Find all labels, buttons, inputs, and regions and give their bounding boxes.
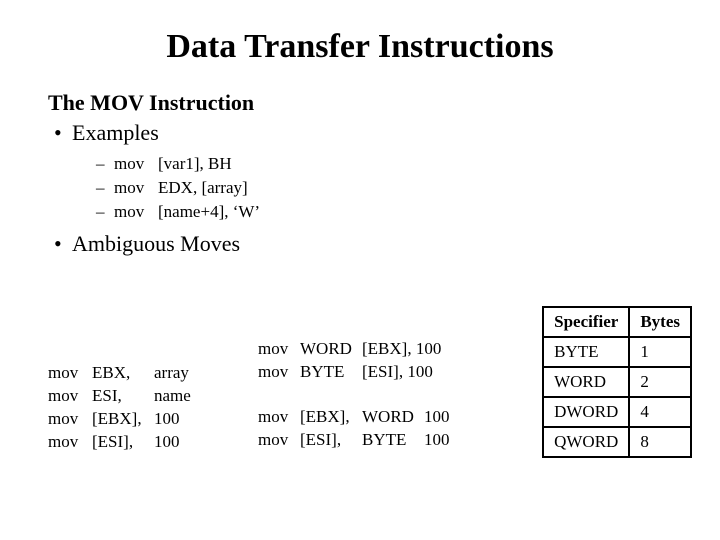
value: 100 xyxy=(424,430,450,449)
address: [EBX], xyxy=(300,406,362,429)
size-specifier: BYTE xyxy=(362,429,424,452)
size-specifier: WORD xyxy=(300,338,362,361)
examples-list: –mov[var1], BH –movEDX, [array] –mov[nam… xyxy=(96,152,672,223)
mov-keyword: mov xyxy=(114,176,158,200)
operand1: EBX, xyxy=(92,362,154,385)
cell-bytes: 1 xyxy=(629,337,691,367)
table-row: Specifier Bytes xyxy=(543,307,691,337)
code-line: mov[ESI],100 xyxy=(48,431,258,454)
table-row: BYTE 1 xyxy=(543,337,691,367)
bullet-examples-label: Examples xyxy=(72,120,159,145)
code-line: mov[EBX],WORD100 xyxy=(258,406,488,429)
operand2: 100 xyxy=(154,409,180,428)
mov-keyword: mov xyxy=(48,362,92,385)
bullet-dot-icon: • xyxy=(54,231,72,257)
cell-specifier: QWORD xyxy=(543,427,629,457)
dash-icon: – xyxy=(96,152,114,176)
mov-keyword: mov xyxy=(48,385,92,408)
operand1: ESI, xyxy=(92,385,154,408)
code-line: mov[ESI],BYTE100 xyxy=(258,429,488,452)
cell-specifier: BYTE xyxy=(543,337,629,367)
code-line: movEBX,array xyxy=(48,362,258,385)
mov-keyword: mov xyxy=(114,200,158,224)
code-block-left: movEBX,array movESI,name mov[EBX],100 mo… xyxy=(48,338,258,454)
mov-keyword: mov xyxy=(258,361,300,384)
mov-keyword: mov xyxy=(258,406,300,429)
mov-keyword: mov xyxy=(258,338,300,361)
bullet-ambiguous: •Ambiguous Moves xyxy=(54,231,672,257)
mov-keyword: mov xyxy=(258,429,300,452)
list-item: –mov[name+4], ‘W’ xyxy=(96,200,672,224)
dash-icon: – xyxy=(96,200,114,224)
slide-title: Data Transfer Instructions xyxy=(48,28,672,66)
list-item: –movEDX, [array] xyxy=(96,176,672,200)
mov-args: [name+4], ‘W’ xyxy=(158,202,260,221)
code-line: movWORD[EBX], 100 xyxy=(258,338,488,361)
col-header-specifier: Specifier xyxy=(543,307,629,337)
code-line: movBYTE[ESI], 100 xyxy=(258,361,488,384)
mov-args: EDX, [array] xyxy=(158,178,248,197)
code-line: mov[EBX],100 xyxy=(48,408,258,431)
address: [ESI], xyxy=(300,429,362,452)
specifier-table: Specifier Bytes BYTE 1 WORD 2 DWORD 4 QW… xyxy=(542,306,692,458)
code-line: movESI,name xyxy=(48,385,258,408)
operand1: [EBX], xyxy=(92,408,154,431)
table-row: QWORD 8 xyxy=(543,427,691,457)
cell-bytes: 8 xyxy=(629,427,691,457)
cell-bytes: 2 xyxy=(629,367,691,397)
size-specifier: WORD xyxy=(362,406,424,429)
size-specifier: BYTE xyxy=(300,361,362,384)
table-row: DWORD 4 xyxy=(543,397,691,427)
list-item: –mov[var1], BH xyxy=(96,152,672,176)
bullet-ambiguous-label: Ambiguous Moves xyxy=(72,231,240,256)
rest: [ESI], 100 xyxy=(362,362,433,381)
code-block-mid-bottom: mov[EBX],WORD100 mov[ESI],BYTE100 xyxy=(258,406,488,452)
cell-bytes: 4 xyxy=(629,397,691,427)
rest: [EBX], 100 xyxy=(362,339,441,358)
mov-keyword: mov xyxy=(48,431,92,454)
code-block-mid: movWORD[EBX], 100 movBYTE[ESI], 100 mov[… xyxy=(258,338,488,452)
bullet-examples: •Examples xyxy=(54,120,672,146)
operand2: 100 xyxy=(154,432,180,451)
table-row: WORD 2 xyxy=(543,367,691,397)
specifier-table-wrap: Specifier Bytes BYTE 1 WORD 2 DWORD 4 QW… xyxy=(542,306,692,458)
operand1: [ESI], xyxy=(92,431,154,454)
value: 100 xyxy=(424,407,450,426)
section-subtitle: The MOV Instruction xyxy=(48,90,672,116)
cell-specifier: DWORD xyxy=(543,397,629,427)
dash-icon: – xyxy=(96,176,114,200)
bullet-dot-icon: • xyxy=(54,120,72,146)
col-header-bytes: Bytes xyxy=(629,307,691,337)
mov-args: [var1], BH xyxy=(158,154,232,173)
operand2: name xyxy=(154,386,191,405)
cell-specifier: WORD xyxy=(543,367,629,397)
mov-keyword: mov xyxy=(114,152,158,176)
operand2: array xyxy=(154,363,189,382)
mov-keyword: mov xyxy=(48,408,92,431)
